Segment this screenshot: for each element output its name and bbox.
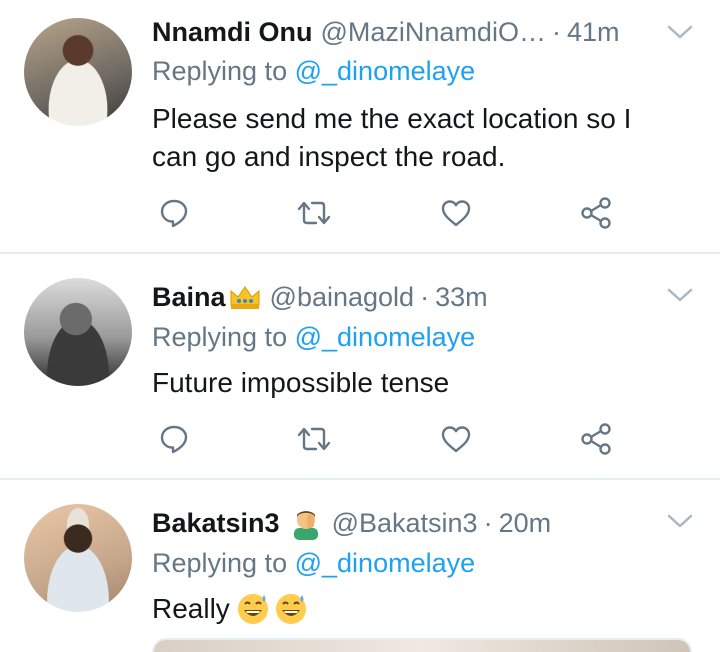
tweet-text: Future impossible tense: [152, 364, 692, 402]
user-name[interactable]: Bakatsin3: [152, 508, 280, 539]
replying-to: Replying to @_dinomelaye: [152, 322, 475, 353]
tweet-header: Bakatsin3 @Bakatsin3 · 20m: [152, 503, 551, 543]
avatar[interactable]: [24, 504, 132, 612]
user-handle[interactable]: @bainagold: [270, 282, 415, 313]
retweet-icon: [297, 427, 331, 451]
tweet-text: Really: [152, 590, 692, 628]
action-bar: [152, 419, 622, 459]
replying-to-label: Replying to: [152, 322, 288, 352]
share-button[interactable]: [576, 419, 616, 459]
tweet-text-line: Really: [152, 593, 230, 624]
separator-dot: ·: [420, 281, 430, 312]
like-button[interactable]: [436, 419, 476, 459]
chevron-down-icon[interactable]: [666, 22, 694, 42]
tweet-text-line: Please send me the exact location so I: [152, 103, 632, 134]
timestamp[interactable]: 33m: [435, 282, 488, 313]
replying-to: Replying to @_dinomelaye: [152, 56, 475, 87]
timestamp[interactable]: 41m: [567, 17, 620, 48]
reply-icon: [160, 425, 188, 454]
replying-to: Replying to @_dinomelaye: [152, 548, 475, 579]
heart-icon: [441, 200, 471, 227]
retweet-button[interactable]: [294, 419, 334, 459]
grinning-sweat-emoji-icon: [237, 594, 268, 624]
chevron-down-icon[interactable]: [666, 285, 694, 305]
user-name[interactable]: Nnamdi Onu: [152, 17, 313, 48]
replying-to-label: Replying to: [152, 56, 288, 86]
avatar[interactable]: [24, 278, 132, 386]
chevron-down-icon[interactable]: [666, 511, 694, 531]
crown-emoji-icon: [230, 286, 260, 309]
tweet-text-line: can go and inspect the road.: [152, 141, 506, 172]
tweet-header: Nnamdi Onu @MaziNnamdiO… · 41m: [152, 12, 619, 52]
tweet-1[interactable]: Nnamdi Onu @MaziNnamdiO… · 41m Replying …: [0, 0, 720, 252]
timestamp[interactable]: 20m: [499, 508, 552, 539]
separator-dot: ·: [551, 16, 561, 47]
mention-link[interactable]: @_dinomelaye: [295, 56, 476, 86]
replying-to-label: Replying to: [152, 548, 288, 578]
user-name[interactable]: Baina: [152, 282, 226, 313]
retweet-icon: [297, 201, 331, 225]
tweet-header: Baina @bainagold · 33m: [152, 277, 488, 317]
reply-button[interactable]: [154, 419, 194, 459]
user-handle[interactable]: @Bakatsin3: [332, 508, 478, 539]
share-button[interactable]: [576, 193, 616, 233]
tweet-3[interactable]: Bakatsin3 @Bakatsin3 · 20m Replying to @…: [0, 480, 720, 652]
reply-button[interactable]: [154, 193, 194, 233]
user-handle[interactable]: @MaziNnamdiO…: [321, 17, 546, 48]
facepalm-emoji-icon: [293, 511, 318, 540]
action-bar: [152, 193, 622, 233]
tweet-text: Please send me the exact location so I c…: [152, 100, 692, 176]
tweet-text-line: Future impossible tense: [152, 367, 450, 398]
reply-icon: [160, 199, 188, 228]
grinning-sweat-emoji-icon: [275, 594, 306, 624]
avatar[interactable]: [24, 18, 132, 126]
mention-link[interactable]: @_dinomelaye: [295, 322, 476, 352]
heart-icon: [441, 426, 471, 453]
like-button[interactable]: [436, 193, 476, 233]
tweet-2[interactable]: Baina @bainagold · 33m Replying to @_din…: [0, 254, 720, 478]
share-icon: [581, 423, 611, 455]
retweet-button[interactable]: [294, 193, 334, 233]
separator-dot: ·: [483, 507, 493, 538]
mention-link[interactable]: @_dinomelaye: [295, 548, 476, 578]
share-icon: [581, 197, 611, 229]
media-preview[interactable]: [152, 638, 692, 652]
